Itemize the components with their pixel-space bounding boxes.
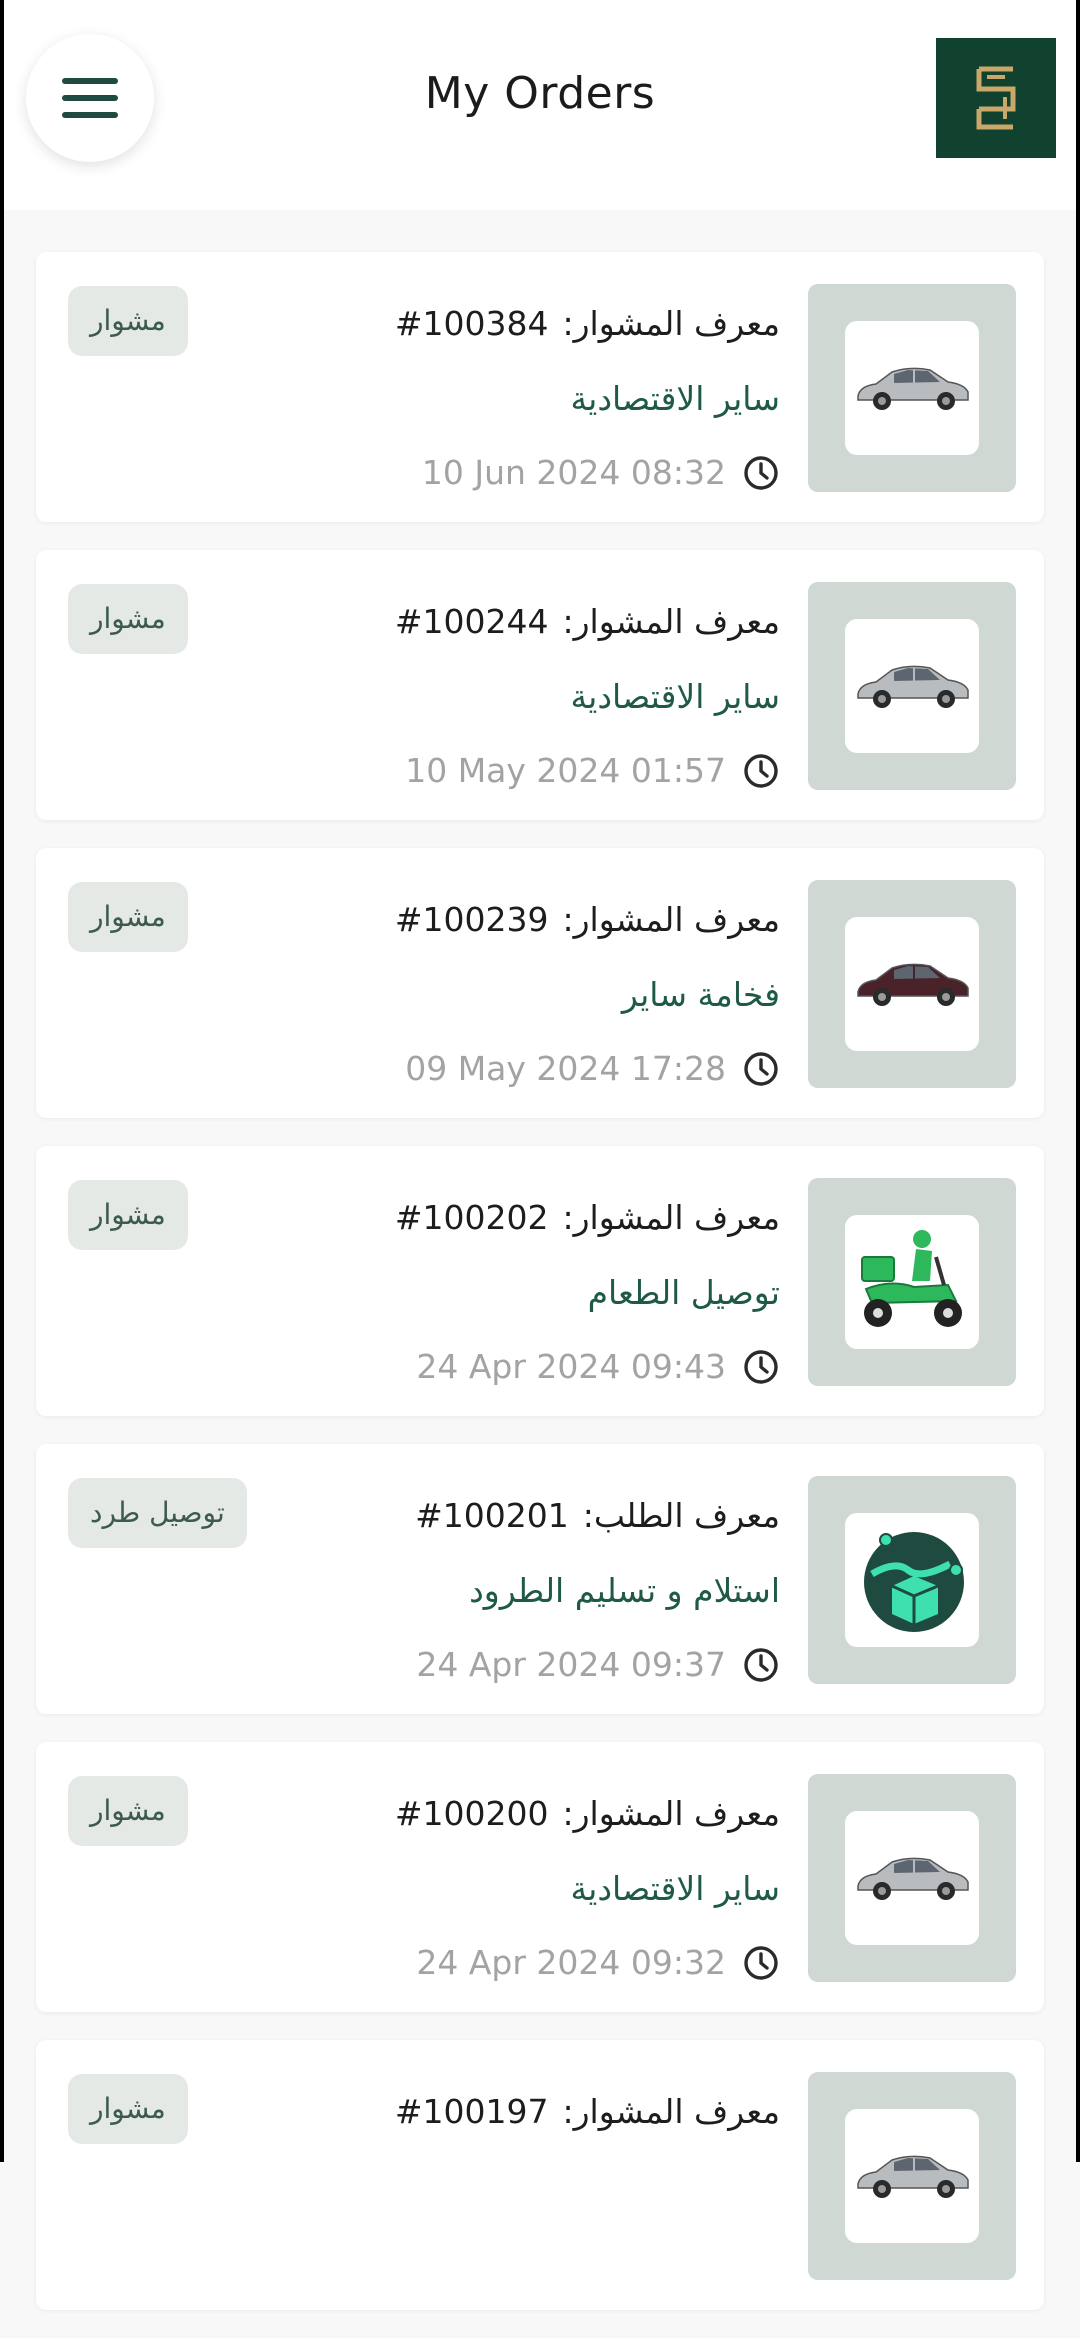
order-date: 10 Jun 2024 08:32	[421, 453, 726, 492]
order-date: 10 May 2024 01:57	[405, 751, 726, 790]
brand-logo[interactable]	[936, 38, 1056, 158]
order-id-value: #100202	[394, 1198, 549, 1237]
order-thumbnail	[808, 582, 1016, 790]
clock-icon	[742, 454, 780, 492]
order-service-name: ساير الاقتصادية	[570, 1869, 780, 1908]
order-id-label: معرف المشوار:	[562, 602, 780, 641]
order-thumbnail	[808, 1178, 1016, 1386]
order-card[interactable]: مشوار معرف المشوار: #100197	[36, 2040, 1044, 2310]
order-id-value: #100384	[394, 304, 549, 343]
order-date: 24 Apr 2024 09:43	[416, 1347, 726, 1386]
orders-list: مشوار معرف المشوار: #100384 ساير الاقتصادية…	[36, 252, 1044, 2338]
clock-icon	[742, 1050, 780, 1088]
silver-sedan-icon	[845, 321, 979, 455]
order-card[interactable]: مشوار معرف المشوار: #100244 ساير الاقتصادية…	[36, 550, 1044, 820]
order-id-line: معرف الطلب: #100201	[415, 1494, 780, 1538]
order-info: معرف المشوار: #100239 فخامة ساير 09 May 202…	[395, 898, 780, 1091]
order-id-value: #100200	[394, 1794, 549, 1833]
order-info: معرف المشوار: #100197	[395, 2090, 780, 2283]
clock-icon	[742, 1348, 780, 1386]
order-thumbnail	[808, 2072, 1016, 2280]
order-id-line: معرف المشوار: #100200	[395, 1792, 780, 1836]
order-info: معرف المشوار: #100384 ساير الاقتصادية 10 Ju…	[395, 302, 780, 495]
order-date-line: 24 Apr 2024 09:32	[395, 1941, 780, 1985]
order-id-value: #100201	[415, 1496, 569, 1535]
silver-sedan-icon	[845, 2109, 979, 2243]
order-type-badge: مشوار	[68, 2074, 188, 2144]
order-id-label: معرف المشوار:	[562, 304, 780, 343]
order-id-line: معرف المشوار: #100197	[395, 2090, 780, 2134]
order-type-badge: مشوار	[68, 584, 188, 654]
order-id-line: معرف المشوار: #100244	[395, 600, 780, 644]
order-thumbnail	[808, 1774, 1016, 1982]
order-type-badge: توصيل طرد	[68, 1478, 247, 1548]
order-id-line: معرف المشوار: #100202	[395, 1196, 780, 1240]
delivery-scooter-icon	[845, 1215, 979, 1349]
silver-sedan-icon	[845, 1811, 979, 1945]
order-type-badge: مشوار	[68, 882, 188, 952]
order-id-value: #100239	[394, 900, 549, 939]
order-date-line: 24 Apr 2024 09:37	[415, 1643, 780, 1687]
order-service-name: ساير الاقتصادية	[570, 379, 780, 418]
order-service-name: ساير الاقتصادية	[570, 677, 780, 716]
order-type-badge: مشوار	[68, 286, 188, 356]
order-date-line: 10 May 2024 01:57	[395, 749, 780, 793]
order-id-value: #100197	[394, 2092, 549, 2131]
page-title: My Orders	[424, 68, 656, 119]
clock-icon	[742, 752, 780, 790]
order-service-name	[395, 2165, 780, 2209]
order-info: معرف المشوار: #100202 توصيل الطعام 24 Apr 2…	[395, 1196, 780, 1389]
order-id-label: معرف المشوار:	[562, 2092, 780, 2131]
clock-icon	[742, 1646, 780, 1684]
order-date-line: 24 Apr 2024 09:43	[395, 1345, 780, 1389]
order-id-label: معرف الطلب:	[582, 1496, 780, 1535]
order-date: 24 Apr 2024 09:32	[416, 1943, 726, 1982]
order-id-label: معرف المشوار:	[562, 1198, 780, 1237]
order-info: معرف الطلب: #100201 استلام و تسليم الطرود 2…	[415, 1494, 780, 1687]
order-id-value: #100244	[394, 602, 549, 641]
order-thumbnail	[808, 1476, 1016, 1684]
order-info: معرف المشوار: #100200 ساير الاقتصادية 24 Ap…	[395, 1792, 780, 1985]
order-id-label: معرف المشوار:	[562, 1794, 780, 1833]
order-card[interactable]: توصيل طرد معرف الطلب: #100201 استلام و تسلي…	[36, 1444, 1044, 1714]
order-date: 24 Apr 2024 09:37	[416, 1645, 726, 1684]
silver-sedan-icon	[845, 619, 979, 753]
order-thumbnail	[808, 880, 1016, 1088]
order-service-name: فخامة ساير	[621, 975, 780, 1014]
order-date-line: 10 Jun 2024 08:32	[395, 451, 780, 495]
order-date-line: 09 May 2024 17:28	[395, 1047, 780, 1091]
order-card[interactable]: مشوار معرف المشوار: #100202 توصيل الطعام 24 …	[36, 1146, 1044, 1416]
clock-icon	[742, 1944, 780, 1982]
order-thumbnail	[808, 284, 1016, 492]
order-card[interactable]: مشوار معرف المشوار: #100384 ساير الاقتصادية…	[36, 252, 1044, 522]
order-card[interactable]: مشوار معرف المشوار: #100239 فخامة ساير 09 Ma…	[36, 848, 1044, 1118]
order-date: 09 May 2024 17:28	[405, 1049, 726, 1088]
order-type-badge: مشوار	[68, 1180, 188, 1250]
luxury-sedan-icon	[845, 917, 979, 1051]
order-service-name: توصيل الطعام	[587, 1273, 780, 1312]
order-id-label: معرف المشوار:	[562, 900, 780, 939]
app-header: My Orders	[4, 0, 1076, 210]
order-type-badge: مشوار	[68, 1776, 188, 1846]
order-card[interactable]: مشوار معرف المشوار: #100200 ساير الاقتصادية…	[36, 1742, 1044, 2012]
order-info: معرف المشوار: #100244 ساير الاقتصادية 10 Ma…	[395, 600, 780, 793]
parcel-delivery-icon	[845, 1513, 979, 1647]
order-id-line: معرف المشوار: #100384	[395, 302, 780, 346]
order-service-name: استلام و تسليم الطرود	[469, 1571, 780, 1610]
order-id-line: معرف المشوار: #100239	[395, 898, 780, 942]
